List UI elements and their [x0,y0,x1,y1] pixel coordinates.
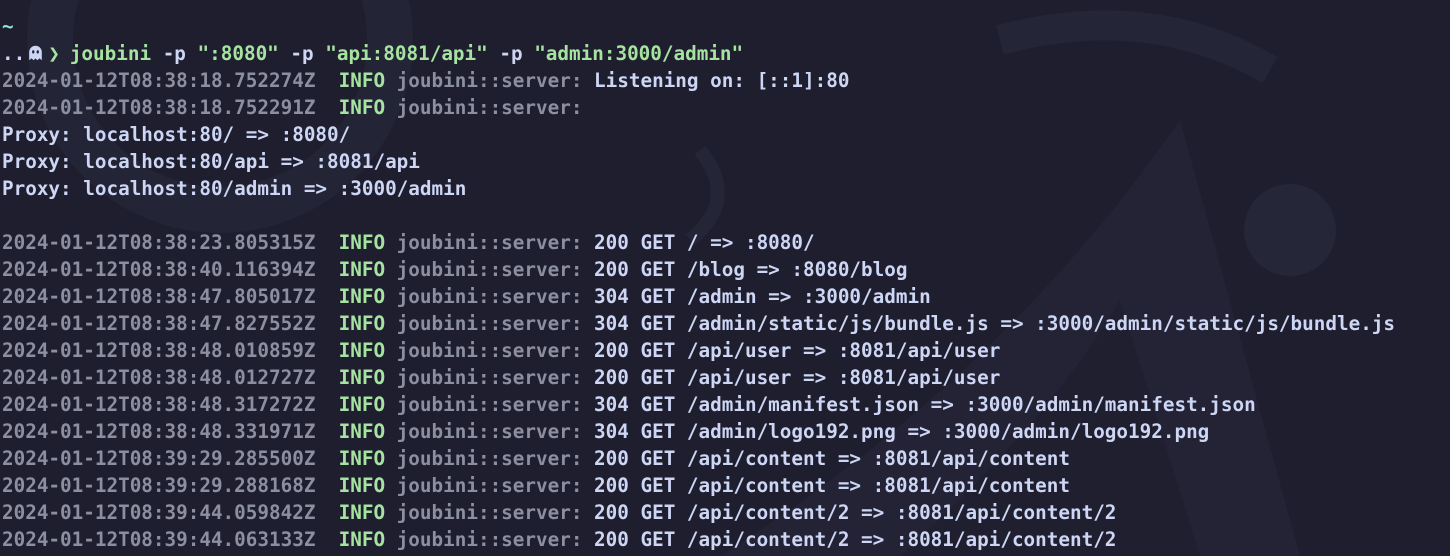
log-timestamp: 2024-01-12T08:38:48.010859Z [2,339,316,362]
log-target: joubini::server: [396,69,583,92]
log-level: INFO [338,339,386,362]
log-message: 304 GET /admin => :3000/admin [594,285,931,308]
log-line: 2024-01-12T08:38:18.752291Z INFO joubini… [2,94,1450,121]
log-target: joubini::server: [396,447,583,470]
log-message: Listening on: [::1]:80 [594,69,850,92]
log-line: 2024-01-12T08:39:29.285500Z INFO joubini… [2,445,1450,472]
terminal-output: ~ .. ❯ joubini -p ":8080" -p "api:8081/api… [2,13,1450,553]
log-line: 2024-01-12T08:38:48.012727Z INFO joubini… [2,364,1450,391]
log-timestamp: 2024-01-12T08:38:23.805315Z [2,231,316,254]
log-level: INFO [338,231,386,254]
prompt-arrow-icon: ❯ [48,42,60,65]
cwd-tilde: ~ [2,15,14,38]
log-level: INFO [338,69,386,92]
log-line: 2024-01-12T08:38:40.116394Z INFO joubini… [2,256,1450,283]
log-level: INFO [338,420,386,443]
log-message: 200 GET /api/user => :8081/api/user [594,339,1001,362]
log-message: 200 GET /api/content/2 => :8081/api/cont… [594,501,1117,524]
log-target: joubini::server: [396,96,583,119]
log-level: INFO [338,393,386,416]
log-message: 200 GET /blog => :8080/blog [594,258,908,281]
ghost-icon [29,45,43,61]
log-line: 2024-01-12T08:38:48.010859Z INFO joubini… [2,337,1450,364]
log-message: 200 GET / => :8080/ [594,231,815,254]
log-message: 200 GET /api/user => :8081/api/user [594,366,1001,389]
log-message: 200 GET /api/content => :8081/api/conten… [594,474,1070,497]
log-line: 2024-01-12T08:38:48.331971Z INFO joubini… [2,418,1450,445]
log-target: joubini::server: [396,339,583,362]
arg-value-2: "api:8081/api" [325,42,488,65]
log-level: INFO [338,96,386,119]
log-message: 304 GET /admin/logo192.png => :3000/admi… [594,420,1210,443]
log-timestamp: 2024-01-12T08:38:48.012727Z [2,366,316,389]
log-timestamp: 2024-01-12T08:39:29.288168Z [2,474,316,497]
log-timestamp: 2024-01-12T08:38:47.827552Z [2,312,316,335]
log-timestamp: 2024-01-12T08:38:47.805017Z [2,285,316,308]
log-line: 2024-01-12T08:38:47.827552Z INFO joubini… [2,310,1450,337]
log-target: joubini::server: [396,312,583,335]
prompt-dots: .. [2,42,26,65]
log-message: 304 GET /admin/static/js/bundle.js => :3… [594,312,1396,335]
log-message: 200 GET /api/content/2 => :8081/api/cont… [594,528,1117,551]
prompt-cwd-line: ~ [2,13,1450,40]
log-target: joubini::server: [396,231,583,254]
proxy-line: Proxy: localhost:80/admin => :3000/admin [2,177,467,200]
log-level: INFO [338,474,386,497]
log-timestamp: 2024-01-12T08:39:29.285500Z [2,447,316,470]
log-timestamp: 2024-01-12T08:39:44.063133Z [2,528,316,551]
proxy-line: Proxy: localhost:80/api => :8081/api [2,150,420,173]
log-line: 2024-01-12T08:39:29.288168Z INFO joubini… [2,472,1450,499]
log-line: 2024-01-12T08:39:44.063133Z INFO joubini… [2,526,1450,553]
log-level: INFO [338,285,386,308]
log-timestamp: 2024-01-12T08:39:44.059842Z [2,501,316,524]
log-target: joubini::server: [396,420,583,443]
prompt-command-line: .. ❯ joubini -p ":8080" -p "api:8081/api" … [2,40,1450,67]
arg-flag-2: -p [290,42,314,65]
proxy-list: Proxy: localhost:80/ => :8080/ Proxy: lo… [2,121,1450,202]
log-target: joubini::server: [396,528,583,551]
log-line: 2024-01-12T08:38:48.317272Z INFO joubini… [2,391,1450,418]
command-name: joubini [69,42,152,65]
arg-flag-3: -p [499,42,523,65]
log-message: 200 GET /api/content => :8081/api/conten… [594,447,1070,470]
proxy-line: Proxy: localhost:80/ => :8080/ [2,123,351,146]
log-target: joubini::server: [396,258,583,281]
log-target: joubini::server: [396,366,583,389]
log-target: joubini::server: [396,393,583,416]
log-level: INFO [338,447,386,470]
terminal-window[interactable]: ~ .. ❯ joubini -p ":8080" -p "api:8081/api… [0,0,1450,556]
log-level: INFO [338,312,386,335]
log-level: INFO [338,528,386,551]
log-level: INFO [338,366,386,389]
log-timestamp: 2024-01-12T08:38:18.752291Z [2,96,316,119]
log-line: 2024-01-12T08:38:47.805017Z INFO joubini… [2,283,1450,310]
log-level: INFO [338,501,386,524]
log-line: 2024-01-12T08:38:18.752274Z INFO joubini… [2,67,1450,94]
log-line: 2024-01-12T08:38:23.805315Z INFO joubini… [2,229,1450,256]
arg-flag-1: -p [162,42,186,65]
log-timestamp: 2024-01-12T08:38:48.331971Z [2,420,316,443]
log-target: joubini::server: [396,285,583,308]
log-message: 304 GET /admin/manifest.json => :3000/ad… [594,393,1256,416]
log-timestamp: 2024-01-12T08:38:48.317272Z [2,393,316,416]
log-timestamp: 2024-01-12T08:38:18.752274Z [2,69,316,92]
log-target: joubini::server: [396,474,583,497]
arg-value-1: ":8080" [197,42,279,65]
arg-value-3: "admin:3000/admin" [534,42,744,65]
log-level: INFO [338,258,386,281]
request-log: 2024-01-12T08:38:23.805315Z INFO joubini… [2,229,1450,553]
log-target: joubini::server: [396,501,583,524]
log-timestamp: 2024-01-12T08:38:40.116394Z [2,258,316,281]
startup-log: 2024-01-12T08:38:18.752274Z INFO joubini… [2,67,1450,121]
log-line: 2024-01-12T08:39:44.059842Z INFO joubini… [2,499,1450,526]
